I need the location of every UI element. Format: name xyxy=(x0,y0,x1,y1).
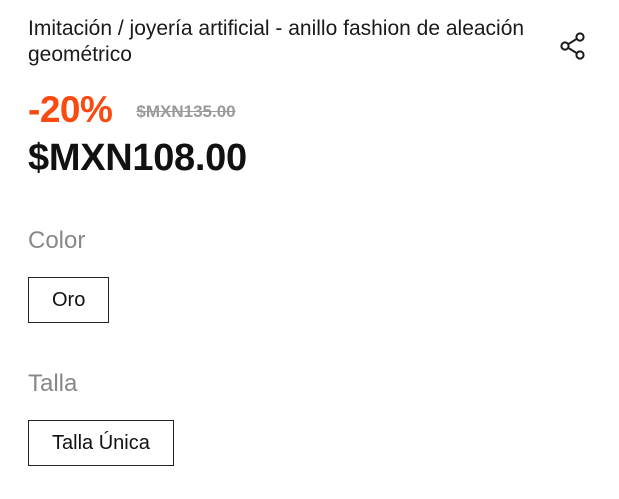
product-detail-panel: Imitación / joyería artificial - anillo … xyxy=(0,0,619,499)
discount-badge: -20% xyxy=(28,89,113,130)
color-label: Color xyxy=(28,227,86,254)
original-price: $MXN135.00 xyxy=(136,102,236,121)
product-title: Imitación / joyería artificial - anillo … xyxy=(28,17,525,66)
color-option-oro[interactable]: Oro xyxy=(28,277,110,323)
size-label: Talla xyxy=(28,370,78,397)
share-button[interactable] xyxy=(558,30,590,62)
size-option-talla-unica[interactable]: Talla Única xyxy=(28,420,174,466)
price-row: -20% $MXN135.00 xyxy=(28,88,236,132)
current-price: $MXN108.00 xyxy=(28,137,247,179)
share-icon xyxy=(560,32,585,60)
